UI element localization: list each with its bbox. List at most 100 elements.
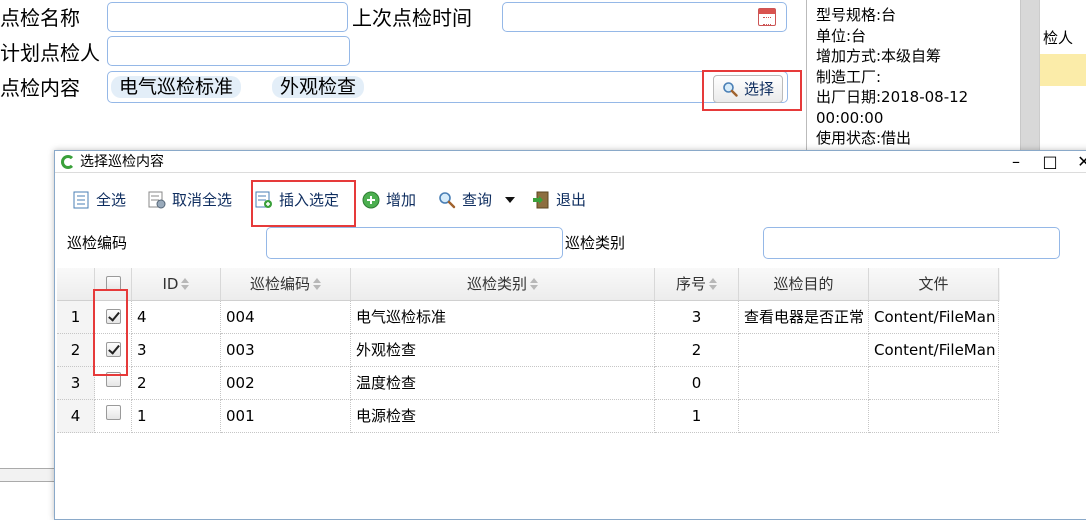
minimize-button[interactable]: – xyxy=(1001,151,1031,173)
bottom-strip xyxy=(0,468,55,482)
category-filter-input[interactable] xyxy=(763,227,1060,259)
browser-icon xyxy=(61,155,75,169)
row-checkbox-cell[interactable] xyxy=(95,400,132,433)
column-header-seq[interactable]: 序号 xyxy=(655,268,739,301)
list-gear-icon xyxy=(148,191,166,209)
column-header-category[interactable]: 巡检类别 xyxy=(351,268,655,301)
cell-id: 3 xyxy=(132,334,221,367)
cell-file: Content/FileMan xyxy=(869,301,999,334)
select-all-label: 全选 xyxy=(96,191,127,209)
row-checkbox-cell[interactable] xyxy=(95,334,132,367)
cell-seq: 1 xyxy=(655,400,739,433)
dropdown-arrow-icon[interactable] xyxy=(504,197,515,203)
row-checkbox[interactable] xyxy=(106,405,121,420)
cell-category: 温度检查 xyxy=(351,367,655,400)
planner-label: 计划点检人 xyxy=(0,41,100,65)
grid-header: ID 巡检编码 巡检类别 序号 巡检目的 文件 xyxy=(57,268,1000,301)
row-number: 2 xyxy=(57,334,95,367)
vertical-scrollbar[interactable] xyxy=(1020,0,1039,150)
cell-code: 003 xyxy=(221,334,351,367)
name-input[interactable] xyxy=(107,2,348,32)
select-button-label: 选择 xyxy=(744,80,775,98)
sort-icon[interactable] xyxy=(313,278,321,290)
list-icon xyxy=(73,191,89,209)
deselect-all-label: 取消全选 xyxy=(172,191,233,209)
code-filter-label: 巡检编码 xyxy=(67,234,128,252)
sort-icon[interactable] xyxy=(530,278,538,290)
cell-file xyxy=(869,367,999,400)
calendar-icon[interactable] xyxy=(758,8,776,26)
insert-list-icon xyxy=(255,191,272,208)
query-button[interactable]: 查询 xyxy=(438,181,515,219)
row-number: 1 xyxy=(57,301,95,334)
last-time-label: 上次点检时间 xyxy=(352,6,472,30)
code-filter-input[interactable] xyxy=(266,227,563,259)
row-number: 3 xyxy=(57,367,95,400)
sort-icon[interactable] xyxy=(709,278,717,290)
add-label: 增加 xyxy=(386,191,417,209)
add-button[interactable]: 增加 xyxy=(362,181,416,219)
cell-purpose xyxy=(739,334,869,367)
query-label: 查询 xyxy=(462,191,493,209)
column-header-code[interactable]: 巡检编码 xyxy=(221,268,351,301)
sort-icon[interactable] xyxy=(181,278,190,290)
maximize-button[interactable]: □ xyxy=(1035,151,1065,173)
column-header-purpose[interactable]: 巡检目的 xyxy=(739,268,869,301)
asset-info-panel: 型号规格:台 单位:台 增加方式:本级自筹 制造工厂: 出厂日期:2018-08… xyxy=(806,0,1020,150)
exit-button[interactable]: 退出 xyxy=(532,181,586,219)
content-tags-field[interactable]: 电气巡检标准 外观检查 xyxy=(107,71,788,103)
info-line: 单位:台 xyxy=(816,26,867,45)
cell-purpose xyxy=(739,367,869,400)
category-filter-label: 巡检类别 xyxy=(565,234,626,252)
column-header-file[interactable]: 文件 xyxy=(869,268,999,301)
header-checkbox[interactable] xyxy=(106,276,121,291)
dialog-titlebar[interactable]: 选择巡检内容 – □ ✕ xyxy=(55,151,1086,173)
close-button[interactable]: ✕ xyxy=(1069,151,1086,173)
cell-code: 001 xyxy=(221,400,351,433)
row-checkbox[interactable] xyxy=(106,309,121,324)
last-time-input[interactable] xyxy=(502,2,787,32)
table-row[interactable]: 1 4 004 电气巡检标准 3 查看电器是否正常 Content/FileMa… xyxy=(57,301,1000,334)
name-label: 点检名称 xyxy=(0,6,80,30)
dialog-title: 选择巡检内容 xyxy=(80,154,164,170)
info-line: 制造工厂: xyxy=(816,67,882,86)
info-line: 型号规格:台 xyxy=(816,6,897,24)
select-button[interactable]: 选择 xyxy=(713,75,783,103)
row-checkbox[interactable] xyxy=(106,342,121,357)
cell-category: 外观检查 xyxy=(351,334,655,367)
inspection-form: 点检名称 上次点检时间 计划点检人 点检内容 电气巡检标准 外观检查 选择 xyxy=(0,0,806,150)
table-row[interactable]: 2 3 003 外观检查 2 Content/FileMan xyxy=(57,334,1000,367)
column-header-id[interactable]: ID xyxy=(132,268,221,301)
info-line: 出厂日期:2018-08-12 xyxy=(816,88,969,106)
cell-purpose: 查看电器是否正常 xyxy=(739,301,869,334)
row-checkbox[interactable] xyxy=(106,372,121,387)
content-tag[interactable]: 外观检查 xyxy=(272,76,365,98)
row-number-header xyxy=(57,268,95,301)
select-content-dialog: 选择巡检内容 – □ ✕ 全选 取消全选 插入选定 增加 查询 退出 巡检编码 … xyxy=(54,150,1086,520)
planner-input[interactable] xyxy=(107,36,350,66)
exit-door-icon xyxy=(533,191,549,209)
cell-category: 电气巡检标准 xyxy=(351,301,655,334)
side-grid-selected-row[interactable] xyxy=(1040,54,1086,86)
side-grid: 检人 xyxy=(1039,0,1086,150)
cell-code: 002 xyxy=(221,367,351,400)
cell-file: Content/FileMan xyxy=(869,334,999,367)
deselect-all-button[interactable]: 取消全选 xyxy=(148,181,232,219)
row-checkbox-cell[interactable] xyxy=(95,367,132,400)
table-row[interactable]: 4 1 001 电源检查 1 xyxy=(57,400,1000,433)
cell-seq: 2 xyxy=(655,334,739,367)
table-row[interactable]: 3 2 002 温度检查 0 xyxy=(57,367,1000,400)
insert-selected-button[interactable]: 插入选定 xyxy=(255,181,339,219)
row-checkbox-cell[interactable] xyxy=(95,301,132,334)
select-all-button[interactable]: 全选 xyxy=(72,181,126,219)
side-grid-header: 检人 xyxy=(1043,29,1074,47)
cell-id: 2 xyxy=(132,367,221,400)
cell-seq: 3 xyxy=(655,301,739,334)
content-tag[interactable]: 电气巡检标准 xyxy=(111,76,242,98)
search-icon xyxy=(723,82,738,97)
info-line: 使用状态:借出 xyxy=(816,129,912,147)
dialog-toolbar: 全选 取消全选 插入选定 增加 查询 退出 xyxy=(55,181,1086,219)
cell-purpose xyxy=(739,400,869,433)
info-line: 00:00:00 xyxy=(816,108,884,127)
select-all-checkbox-cell[interactable] xyxy=(95,268,132,301)
